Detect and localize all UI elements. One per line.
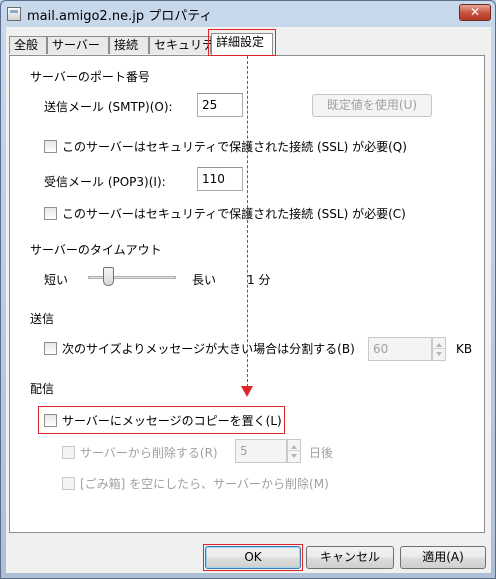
apply-button[interactable]: 適用(A) xyxy=(400,546,486,569)
annotation-box-advanced-tab xyxy=(208,29,276,56)
divider xyxy=(66,317,430,318)
split-messages-label: 次のサイズよりメッセージが大きい場合は分割する(B) xyxy=(62,342,355,356)
dialog-client: 全般 サーバー 接続 セキュリティ 詳細設定 サーバーのポート番号 送信メール … xyxy=(6,27,491,573)
pop3-port-label: 受信メール (POP3)(I): xyxy=(44,175,166,189)
annotation-box-ok xyxy=(203,544,303,571)
remove-when-trash-checkbox[interactable] xyxy=(62,477,75,490)
timeout-heading: サーバーのタイムアウト xyxy=(30,243,162,257)
remove-after-spinner[interactable] xyxy=(287,439,301,463)
sending-heading: 送信 xyxy=(30,312,55,326)
server-ports-heading: サーバーのポート番号 xyxy=(30,70,150,84)
timeout-value-label: 1 分 xyxy=(247,273,271,287)
tab-server[interactable]: サーバー xyxy=(47,36,109,54)
pop3-ssl-label: このサーバーはセキュリティで保護された接続 (SSL) が必要(C) xyxy=(62,207,406,221)
spin-divider xyxy=(433,348,445,349)
annotation-arrow-line xyxy=(247,56,248,387)
annotation-arrow-head xyxy=(241,386,253,397)
tab-connection[interactable]: 接続 xyxy=(109,36,149,54)
tab-security[interactable]: セキュリティ xyxy=(149,36,225,54)
app-icon xyxy=(7,7,21,21)
divider xyxy=(104,387,430,388)
close-button[interactable]: ✕ xyxy=(459,4,491,21)
cancel-button[interactable]: キャンセル xyxy=(306,546,394,569)
split-size-spinner[interactable] xyxy=(432,337,446,361)
window-title: mail.amigo2.ne.jp プロパティ xyxy=(27,9,213,24)
smtp-ssl-label: このサーバーはセキュリティで保護された接続 (SSL) が必要(Q) xyxy=(62,140,407,154)
timeout-slider-thumb[interactable] xyxy=(103,267,114,286)
spin-up-icon[interactable] xyxy=(436,343,442,347)
pop3-ssl-checkbox[interactable] xyxy=(44,207,57,220)
use-default-button[interactable]: 既定値を使用(U) xyxy=(312,94,432,117)
timeout-long-label: 長い xyxy=(192,273,217,287)
spin-down-icon[interactable] xyxy=(436,352,442,356)
timeout-slider-track[interactable] xyxy=(88,276,176,279)
remove-after-checkbox[interactable] xyxy=(62,446,75,459)
spin-down-icon[interactable] xyxy=(291,454,297,458)
spin-up-icon[interactable] xyxy=(291,445,297,449)
advanced-panel: サーバーのポート番号 送信メール (SMTP)(O): 25 既定値を使用(U)… xyxy=(9,55,485,533)
title-bar: mail.amigo2.ne.jp プロパティ ✕ xyxy=(1,1,495,27)
smtp-port-label: 送信メール (SMTP)(O): xyxy=(44,100,173,114)
spin-divider xyxy=(288,450,300,451)
divider xyxy=(196,248,430,249)
tab-general[interactable]: 全般 xyxy=(9,36,47,54)
remove-after-days-input[interactable]: 5 xyxy=(235,439,287,463)
properties-dialog: mail.amigo2.ne.jp プロパティ ✕ 全般 サーバー 接続 セキュ… xyxy=(0,0,496,579)
timeout-short-label: 短い xyxy=(44,273,69,287)
remove-when-trash-label: [ごみ箱] を空にしたら、サーバーから削除(M) xyxy=(80,477,329,491)
smtp-port-input[interactable]: 25 xyxy=(197,93,243,117)
annotation-box-leave-copy xyxy=(38,406,285,434)
split-size-input[interactable]: 60 xyxy=(368,337,432,361)
smtp-ssl-checkbox[interactable] xyxy=(44,140,57,153)
pop3-port-input[interactable]: 110 xyxy=(197,167,243,191)
split-size-unit: KB xyxy=(456,342,473,356)
delivery-heading: 配信 xyxy=(30,382,55,396)
divider xyxy=(168,75,430,76)
split-messages-checkbox[interactable] xyxy=(44,342,57,355)
remove-after-unit: 日後 xyxy=(309,446,334,460)
remove-after-label: サーバーから削除する(R) xyxy=(80,446,218,460)
